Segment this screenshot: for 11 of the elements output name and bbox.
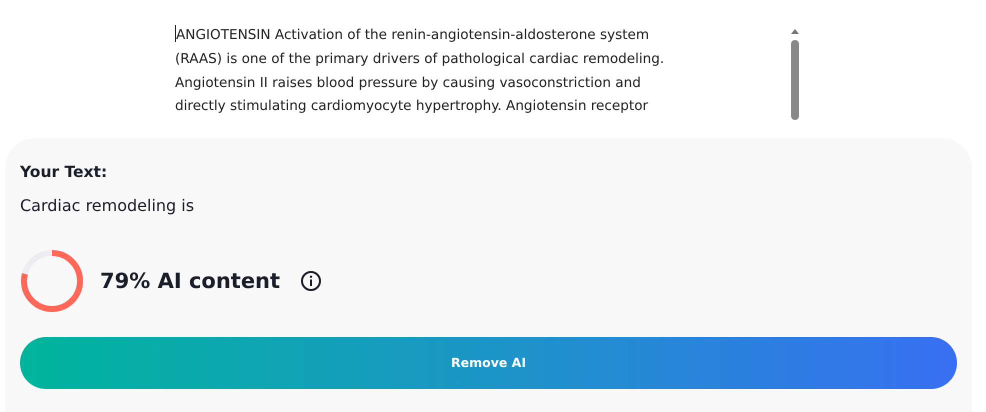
scrollbar-thumb[interactable] (791, 40, 799, 120)
paragraph-line: Angiotensin II raises blood pressure by causing vasoconstriction and (175, 74, 641, 93)
result-text: Cardiac remodeling is (20, 195, 194, 218)
remove-ai-button[interactable]: Remove AI (20, 337, 957, 390)
scroll-up-icon[interactable] (790, 28, 800, 35)
paragraph-line: (RAAS) is one of the primary drivers of pathological cardiac remodeling. (175, 50, 664, 69)
score-label: 79% AI content (100, 268, 280, 294)
result-heading: Your Text: (20, 162, 108, 183)
paragraph-line: ANGIOTENSIN Activation of the renin-angiotensin-aldosterone system (175, 24, 650, 45)
paragraph-line: directly stimulating cardiomyocyte hypertrophy. Angiotensin receptor (175, 97, 648, 116)
info-icon[interactable] (300, 270, 322, 292)
